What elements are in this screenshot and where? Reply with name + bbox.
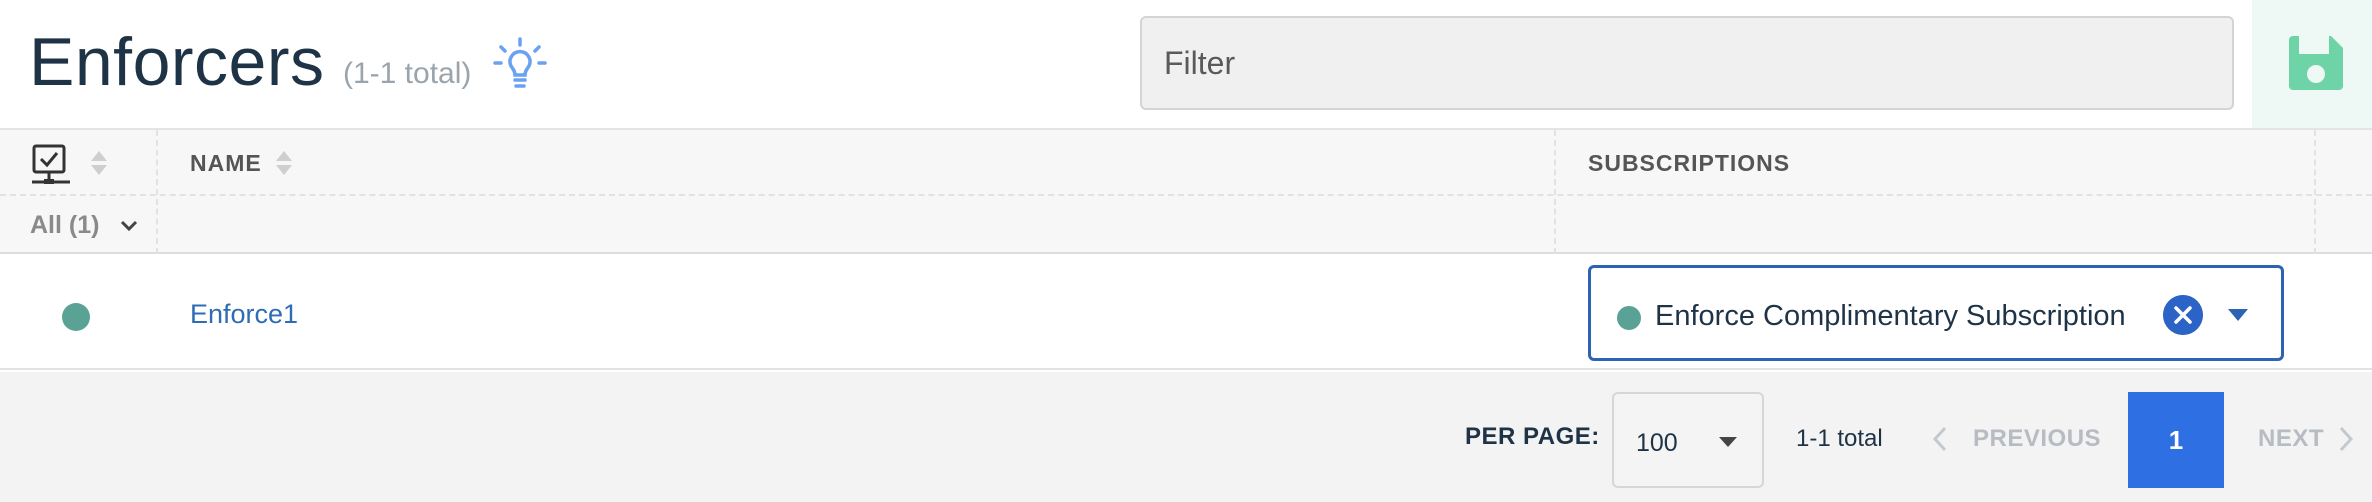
enforcer-name-link[interactable]: Enforce1 <box>190 298 298 330</box>
next-page-button[interactable]: NEXT <box>2258 424 2324 454</box>
filter-input[interactable] <box>1140 16 2234 110</box>
per-page-label: PER PAGE: <box>1465 423 1600 450</box>
chevron-right-icon <box>2339 426 2354 452</box>
page-title: Enforcers <box>29 24 325 100</box>
status-indicator <box>62 303 90 331</box>
clear-selection-icon[interactable] <box>2163 295 2203 335</box>
total-count: (1-1 total) <box>343 57 472 90</box>
page-button-current[interactable]: 1 <box>2128 392 2224 488</box>
dropdown-arrow-icon[interactable] <box>2227 308 2249 322</box>
subscription-select[interactable]: Enforce Complimentary Subscription <box>1588 265 2284 361</box>
table-header-row <box>0 130 2372 196</box>
monitor-check-icon <box>32 144 70 184</box>
sort-icon[interactable] <box>90 150 108 176</box>
subscription-value: Enforce Complimentary Subscription <box>1655 300 2126 332</box>
chevron-left-icon <box>1932 426 1947 452</box>
subscription-status-indicator <box>1617 306 1641 330</box>
dropdown-arrow-icon <box>1719 437 1737 447</box>
pagination-bar: PER PAGE: 100 1-1 total PREVIOUS 1 NEXT <box>0 372 2372 502</box>
chevron-down-icon[interactable] <box>118 214 140 236</box>
sort-icon[interactable] <box>275 150 293 176</box>
column-divider <box>2314 130 2316 254</box>
lightbulb-icon[interactable] <box>492 36 548 92</box>
status-filter-dropdown[interactable]: All (1) <box>30 210 99 240</box>
table-header: NAME SUBSCRIPTIONS All (1) <box>0 128 2372 254</box>
previous-page-button[interactable]: PREVIOUS <box>1973 424 2101 454</box>
save-icon[interactable] <box>2285 32 2347 94</box>
column-header-subscriptions: SUBSCRIPTIONS <box>1588 150 1791 176</box>
table-row: Enforce1 Enforce Complimentary Subscript… <box>0 258 2372 370</box>
page-header: Enforcers (1-1 total) <box>0 0 2372 128</box>
column-divider <box>156 130 158 254</box>
column-divider <box>1554 130 1556 254</box>
per-page-select[interactable]: 100 <box>1612 392 1764 488</box>
column-header-name[interactable]: NAME <box>190 148 262 178</box>
per-page-value: 100 <box>1636 429 1678 457</box>
pagination-total: 1-1 total <box>1796 425 1883 452</box>
